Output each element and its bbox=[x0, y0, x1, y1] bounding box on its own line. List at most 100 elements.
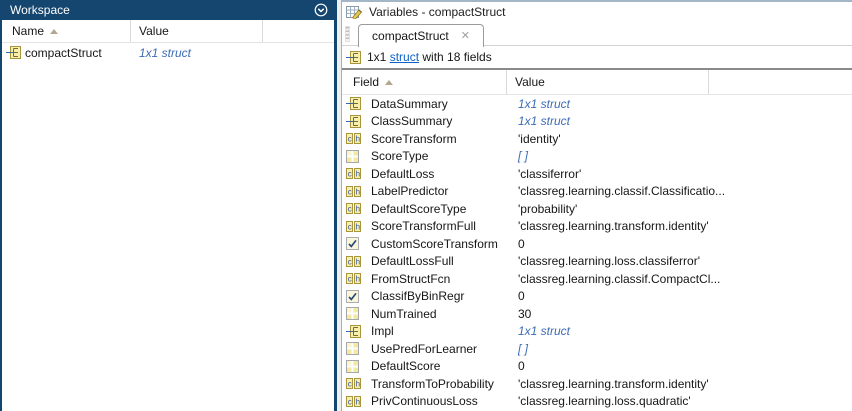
column-name-label: Name bbox=[12, 24, 44, 38]
column-header-value[interactable]: Value bbox=[131, 20, 263, 42]
char-icon: c h bbox=[346, 255, 363, 268]
svg-text:h: h bbox=[356, 170, 360, 179]
table-row[interactable]: c h ScoreTransformFull 'classreg.learnin… bbox=[342, 218, 852, 236]
table-row[interactable]: DefaultScore 0 bbox=[342, 358, 852, 376]
drag-handle[interactable] bbox=[345, 26, 350, 42]
field-value: 'classiferror' bbox=[510, 167, 852, 181]
field-name: CustomScoreTransform bbox=[363, 237, 510, 251]
table-row[interactable]: c h LabelPredictor 'classreg.learning.cl… bbox=[342, 183, 852, 201]
field-value: 0 bbox=[510, 359, 852, 373]
variables-editor-icon bbox=[346, 5, 363, 19]
svg-text:c: c bbox=[348, 222, 352, 231]
svg-text:h: h bbox=[356, 222, 360, 231]
table-row[interactable]: CustomScoreTransform 0 bbox=[342, 235, 852, 253]
field-value: 'classreg.learning.classif.Classificatio… bbox=[510, 184, 852, 198]
workspace-row-compactstruct[interactable]: compactStruct 1x1 struct bbox=[2, 43, 334, 62]
workspace-menu-button[interactable] bbox=[313, 3, 328, 18]
struct-icon bbox=[6, 46, 21, 59]
field-value: 1x1 struct bbox=[510, 114, 852, 128]
table-row[interactable]: c h DefaultLossFull 'classreg.learning.l… bbox=[342, 253, 852, 271]
variables-titlebar: Variables - compactStruct bbox=[342, 2, 852, 22]
column-header-field[interactable]: Field bbox=[342, 70, 507, 94]
close-icon[interactable]: ✕ bbox=[461, 31, 470, 42]
table-row[interactable]: c h DefaultLoss 'classiferror' bbox=[342, 165, 852, 183]
tab-compactstruct[interactable]: compactStruct ✕ bbox=[358, 24, 484, 47]
field-name: Impl bbox=[363, 324, 510, 338]
field-name: FromStructFcn bbox=[363, 272, 510, 286]
column-header-empty bbox=[709, 70, 852, 94]
field-value: 0 bbox=[510, 237, 852, 251]
field-value: 0 bbox=[510, 289, 852, 303]
struct-icon bbox=[346, 97, 363, 110]
table-row[interactable]: c h PrivContinuousLoss 'classreg.learnin… bbox=[342, 393, 852, 411]
field-name: ScoreType bbox=[363, 149, 510, 163]
char-icon: c h bbox=[346, 272, 363, 285]
column-value-label: Value bbox=[515, 75, 545, 89]
workspace-title: Workspace bbox=[10, 3, 313, 17]
svg-text:h: h bbox=[356, 135, 360, 144]
svg-text:c: c bbox=[348, 380, 352, 389]
matrix-icon bbox=[346, 342, 363, 355]
summary-prefix: 1x1 bbox=[367, 50, 390, 64]
table-row[interactable]: ScoreType [ ] bbox=[342, 148, 852, 166]
summary-suffix: with 18 fields bbox=[419, 50, 492, 64]
table-row[interactable]: DataSummary 1x1 struct bbox=[342, 95, 852, 113]
field-name: ClassifByBinRegr bbox=[363, 289, 510, 303]
logical-icon bbox=[346, 237, 363, 250]
workspace-panel: Workspace Name Value compactStruct 1x1 s… bbox=[0, 0, 337, 411]
variable-name: compactStruct bbox=[25, 46, 102, 60]
char-icon: c h bbox=[346, 185, 363, 198]
char-icon: c h bbox=[346, 395, 363, 408]
sort-ascending-icon bbox=[50, 29, 58, 34]
table-row[interactable]: NumTrained 30 bbox=[342, 305, 852, 323]
svg-text:h: h bbox=[356, 257, 360, 266]
field-value: 30 bbox=[510, 307, 852, 321]
field-value: 'classreg.learning.transform.identity' bbox=[510, 377, 852, 391]
field-name: LabelPredictor bbox=[363, 184, 510, 198]
variables-column-header: Field Value bbox=[342, 70, 852, 95]
svg-text:c: c bbox=[348, 257, 352, 266]
table-row[interactable]: c h DefaultScoreType 'probability' bbox=[342, 200, 852, 218]
column-header-empty bbox=[263, 20, 334, 42]
column-header-value[interactable]: Value bbox=[507, 70, 709, 94]
field-value: [ ] bbox=[510, 149, 852, 163]
field-name: NumTrained bbox=[363, 307, 510, 321]
table-row[interactable]: UsePredForLearner [ ] bbox=[342, 340, 852, 358]
logical-icon bbox=[346, 290, 363, 303]
variables-title: Variables - compactStruct bbox=[369, 5, 506, 19]
table-row[interactable]: ClassSummary 1x1 struct bbox=[342, 113, 852, 131]
field-value: 'classreg.learning.loss.quadratic' bbox=[510, 394, 852, 408]
struct-link[interactable]: struct bbox=[390, 50, 419, 64]
table-row[interactable]: c h ScoreTransform 'identity' bbox=[342, 130, 852, 148]
table-row[interactable]: c h TransformToProbability 'classreg.lea… bbox=[342, 375, 852, 393]
char-icon: c h bbox=[346, 202, 363, 215]
table-row[interactable]: ClassifByBinRegr 0 bbox=[342, 288, 852, 306]
svg-text:h: h bbox=[356, 380, 360, 389]
svg-text:c: c bbox=[348, 170, 352, 179]
field-value: 'classreg.learning.classif.CompactCl... bbox=[510, 272, 852, 286]
variables-panel: Variables - compactStruct compactStruct … bbox=[341, 0, 852, 411]
workspace-titlebar: Workspace bbox=[2, 0, 334, 20]
field-value: 1x1 struct bbox=[510, 324, 852, 338]
svg-text:c: c bbox=[348, 275, 352, 284]
field-name: DataSummary bbox=[363, 97, 510, 111]
matrix-icon bbox=[346, 150, 363, 163]
char-icon: c h bbox=[346, 377, 363, 390]
field-name: TransformToProbability bbox=[363, 377, 510, 391]
svg-text:h: h bbox=[356, 275, 360, 284]
sort-ascending-icon bbox=[385, 80, 393, 85]
svg-text:h: h bbox=[356, 187, 360, 196]
field-value: 'probability' bbox=[510, 202, 852, 216]
table-row[interactable]: Impl 1x1 struct bbox=[342, 323, 852, 341]
column-value-label: Value bbox=[139, 24, 169, 38]
struct-icon bbox=[346, 325, 363, 338]
matrix-icon bbox=[346, 360, 363, 373]
column-header-name[interactable]: Name bbox=[2, 20, 131, 42]
variables-table-body: DataSummary 1x1 struct ClassSummary 1x1 … bbox=[342, 95, 852, 410]
char-icon: c h bbox=[346, 220, 363, 233]
column-field-label: Field bbox=[353, 75, 379, 89]
struct-icon bbox=[346, 51, 361, 64]
field-name: DefaultScore bbox=[363, 359, 510, 373]
table-row[interactable]: c h FromStructFcn 'classreg.learning.cla… bbox=[342, 270, 852, 288]
svg-text:c: c bbox=[348, 397, 352, 406]
